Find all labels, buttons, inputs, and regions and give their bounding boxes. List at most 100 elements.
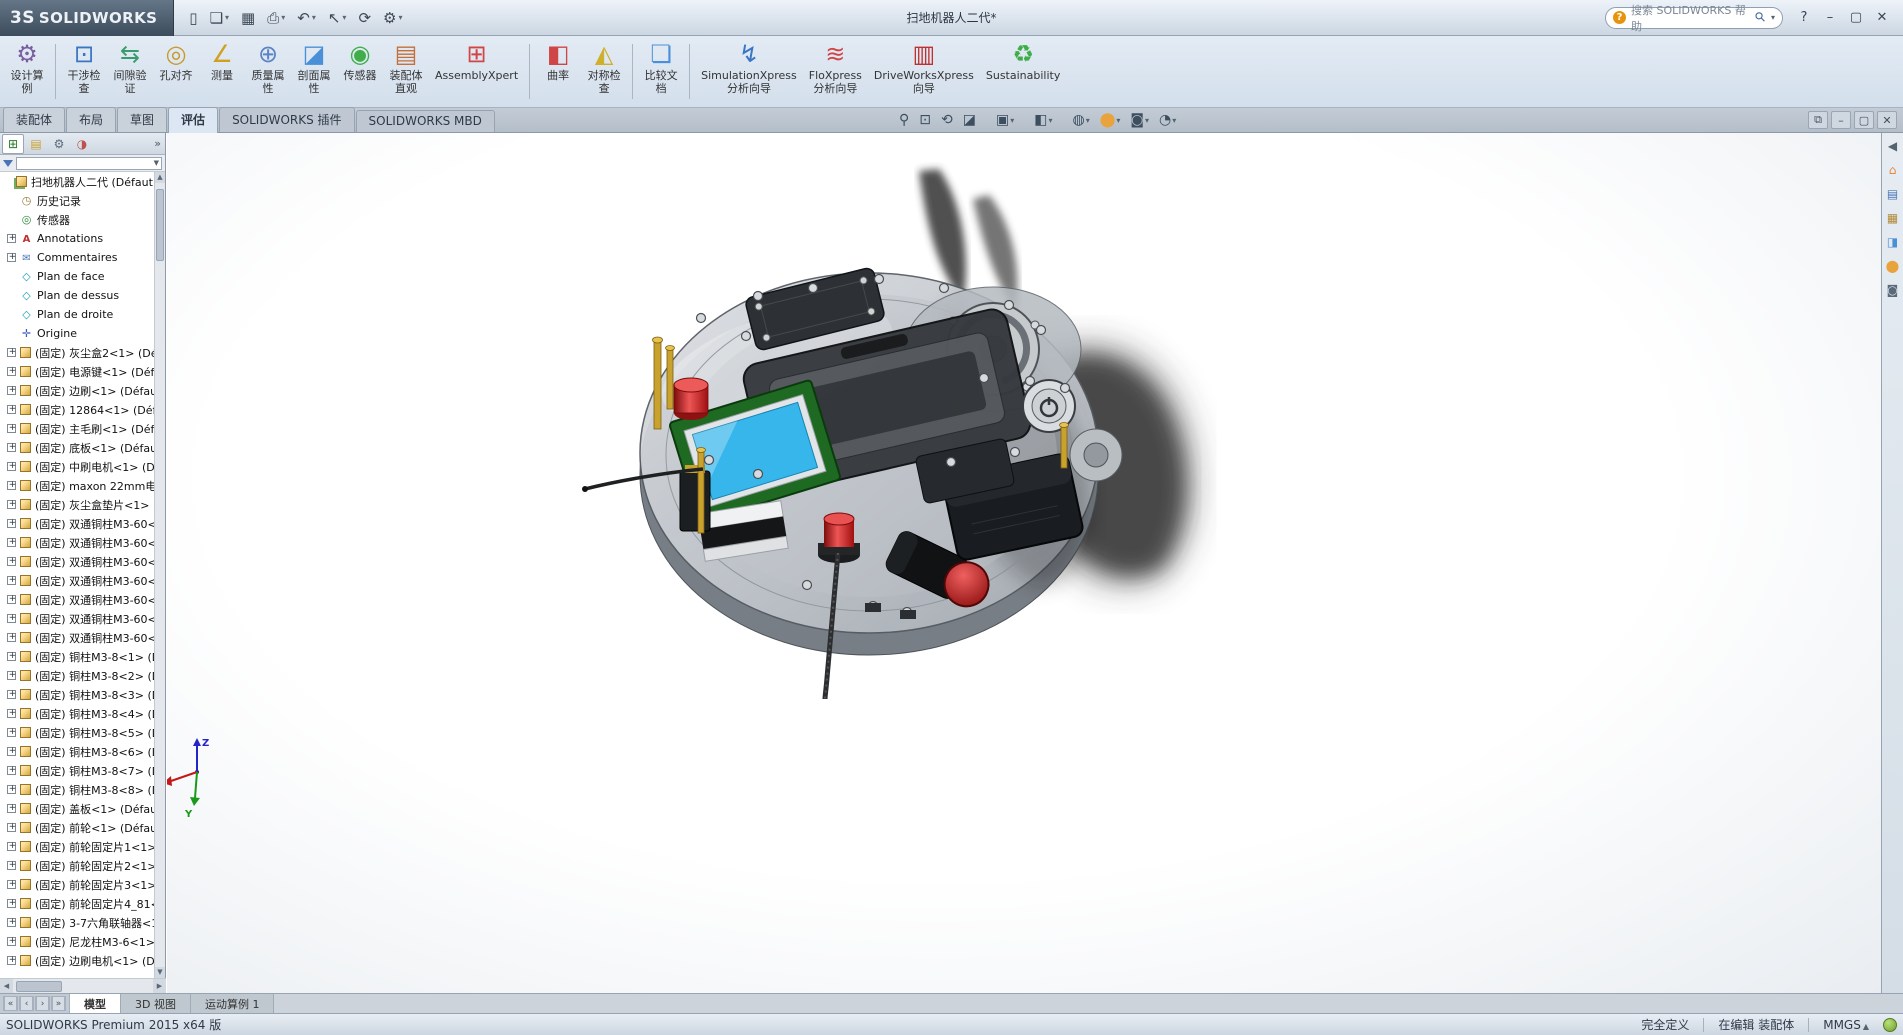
right-hub[interactable]	[1070, 429, 1122, 481]
ribbon-simulationxpress[interactable]: ↯ SimulationXpress 分析向导	[695, 38, 803, 105]
expander-icon[interactable]	[7, 576, 16, 585]
options-button[interactable]: ⚙▾	[378, 5, 407, 31]
headsup-button[interactable]	[1020, 110, 1028, 130]
solidworks-resources-icon[interactable]: ⌂	[1884, 161, 1902, 179]
tree-item[interactable]: (固定) 前轮<1> (Défaut	[0, 818, 154, 837]
tree-item[interactable]: (固定) 中刷电机<1> (Dé	[0, 457, 154, 476]
tab-solidworks-mbd[interactable]: SOLIDWORKS MBD	[356, 110, 495, 132]
red-cylinder-left[interactable]	[674, 378, 708, 420]
ribbon-compare-documents[interactable]: ❏ 比较文 档	[638, 38, 684, 105]
tree-item[interactable]: (固定) 双通铜柱M3-60<	[0, 628, 154, 647]
ribbon-sensors[interactable]: ◉ 传感器	[337, 38, 383, 105]
tree-item[interactable]: (固定) 双通铜柱M3-60<	[0, 514, 154, 533]
tree-item[interactable]: (固定) 电源键<1> (Défa	[0, 362, 154, 381]
expander-icon[interactable]	[7, 804, 16, 813]
expander-icon[interactable]	[7, 595, 16, 604]
expander-icon[interactable]	[7, 899, 16, 908]
doc-minimize-button[interactable]: –	[1831, 111, 1851, 129]
tree-item[interactable]: Origine	[0, 324, 154, 343]
view-settings-icon[interactable]: ◔▾	[1155, 110, 1180, 130]
expander-icon[interactable]	[7, 443, 16, 452]
prev-tab-button[interactable]: ‹	[19, 996, 34, 1011]
ribbon-interference-check[interactable]: ⊡ 干涉检 查	[61, 38, 107, 105]
tree-item[interactable]: (固定) 铜柱M3-8<8> (D	[0, 780, 154, 799]
ribbon-hole-alignment[interactable]: ◎ 孔对齐	[153, 38, 199, 105]
tree-item[interactable]: (固定) 铜柱M3-8<3> (D	[0, 685, 154, 704]
ribbon-measure[interactable]: ∠ 测量	[199, 38, 245, 105]
expander-icon[interactable]	[7, 728, 16, 737]
expander-icon[interactable]	[7, 956, 16, 965]
tab-solidworks-addins[interactable]: SOLIDWORKS 插件	[219, 107, 354, 132]
tree-item[interactable]: (固定) 灰尘盒垫片<1> (	[0, 495, 154, 514]
hide-show-items-icon[interactable]: ◍▾	[1068, 110, 1093, 130]
scroll-up-icon[interactable]: ▲	[155, 172, 165, 183]
file-explorer-icon[interactable]: ▦	[1884, 209, 1902, 227]
headsup-button[interactable]	[1058, 110, 1066, 130]
tree-item[interactable]: (固定) 盖板<1> (Défaut	[0, 799, 154, 818]
tree-horizontal-scrollbar[interactable]: ◀ ▶	[0, 978, 166, 993]
expander-icon[interactable]	[7, 557, 16, 566]
ribbon-clearance-verify[interactable]: ⇆ 间隙验 证	[107, 38, 153, 105]
tree-item[interactable]: (固定) 边刷电机<1> (Dé	[0, 951, 154, 970]
search-caret-icon[interactable]: ▾	[1771, 13, 1775, 22]
tab-configurationmanager[interactable]: ⚙	[48, 134, 70, 154]
expander-icon[interactable]	[7, 614, 16, 623]
expander-icon[interactable]	[7, 405, 16, 414]
expander-icon[interactable]	[7, 861, 16, 870]
tree-item[interactable]: (固定) 双通铜柱M3-60<	[0, 533, 154, 552]
scroll-thumb[interactable]	[16, 981, 62, 992]
scroll-right-icon[interactable]: ▶	[153, 979, 166, 993]
previous-view-icon[interactable]: ⟲	[937, 110, 957, 130]
tree-item[interactable]: 历史记录	[0, 191, 154, 210]
expander-icon[interactable]	[7, 481, 16, 490]
robot-vacuum-model[interactable]	[582, 267, 1122, 699]
view-orientation-icon[interactable]: ▣▾	[992, 110, 1018, 130]
display-style-icon[interactable]: ◧▾	[1030, 110, 1056, 130]
design-library-icon[interactable]: ▤	[1884, 185, 1902, 203]
view-palette-icon[interactable]: ◨	[1884, 233, 1902, 251]
doc-tab-motion-study[interactable]: 运动算例 1	[191, 994, 275, 1013]
tree-item[interactable]: (固定) 12864<1> (Défa	[0, 400, 154, 419]
expander-icon[interactable]	[7, 880, 16, 889]
doc-cascade-button[interactable]: ⧉	[1808, 111, 1828, 129]
tree-item[interactable]: (固定) 主毛刷<1> (Défa	[0, 419, 154, 438]
undo-button[interactable]: ↶▾	[292, 5, 321, 31]
expander-icon[interactable]	[7, 709, 16, 718]
units-selector[interactable]: MMGS▲	[1823, 1018, 1869, 1032]
expander-icon[interactable]	[7, 747, 16, 756]
tree-item[interactable]: (固定) 前轮固定片2<1>	[0, 856, 154, 875]
open-document-button[interactable]: ❏▾	[205, 5, 234, 31]
print-button[interactable]: ⎙▾	[262, 5, 290, 31]
expander-icon[interactable]	[7, 500, 16, 509]
expander-icon[interactable]	[7, 633, 16, 642]
ribbon-sustainability[interactable]: ♻ Sustainability	[980, 38, 1066, 105]
tree-item[interactable]: (固定) 铜柱M3-8<5> (D	[0, 723, 154, 742]
edit-appearance-icon[interactable]: ⬤▾	[1096, 110, 1125, 130]
expander-icon[interactable]	[7, 424, 16, 433]
tree-item[interactable]: (固定) 铜柱M3-8<2> (D	[0, 666, 154, 685]
ribbon-floxpress[interactable]: ≋ FloXpress 分析向导	[803, 38, 868, 105]
expander-icon[interactable]	[7, 671, 16, 680]
expander-icon[interactable]	[7, 766, 16, 775]
tab-evaluate[interactable]: 评估	[168, 107, 218, 133]
headsup-button[interactable]	[982, 110, 990, 130]
expander-icon[interactable]	[7, 519, 16, 528]
save-document-button[interactable]: ▦	[236, 5, 260, 31]
expander-icon[interactable]	[7, 234, 16, 243]
tab-featuremanager[interactable]: ⊞	[2, 134, 24, 154]
tree-item[interactable]: (固定) 铜柱M3-8<1> (D	[0, 647, 154, 666]
minimize-button[interactable]: –	[1817, 7, 1843, 29]
tree-item[interactable]: 传感器	[0, 210, 154, 229]
tree-item[interactable]: (固定) 前轮固定片1<1>	[0, 837, 154, 856]
ribbon-assemblyxpert[interactable]: ⊞ AssemblyXpert	[429, 38, 524, 105]
tree-item[interactable]: (固定) 前轮固定片3<1>	[0, 875, 154, 894]
expander-icon[interactable]	[7, 785, 16, 794]
tree-item[interactable]: (固定) 铜柱M3-8<7> (D	[0, 761, 154, 780]
maximize-button[interactable]: ▢	[1843, 7, 1869, 29]
zoom-fit-icon[interactable]: ⚲	[895, 110, 913, 130]
expander-icon[interactable]	[7, 690, 16, 699]
expander-icon[interactable]	[7, 386, 16, 395]
expander-icon[interactable]	[7, 348, 16, 357]
section-view-icon[interactable]: ◪	[959, 110, 980, 130]
expander-icon[interactable]	[7, 652, 16, 661]
